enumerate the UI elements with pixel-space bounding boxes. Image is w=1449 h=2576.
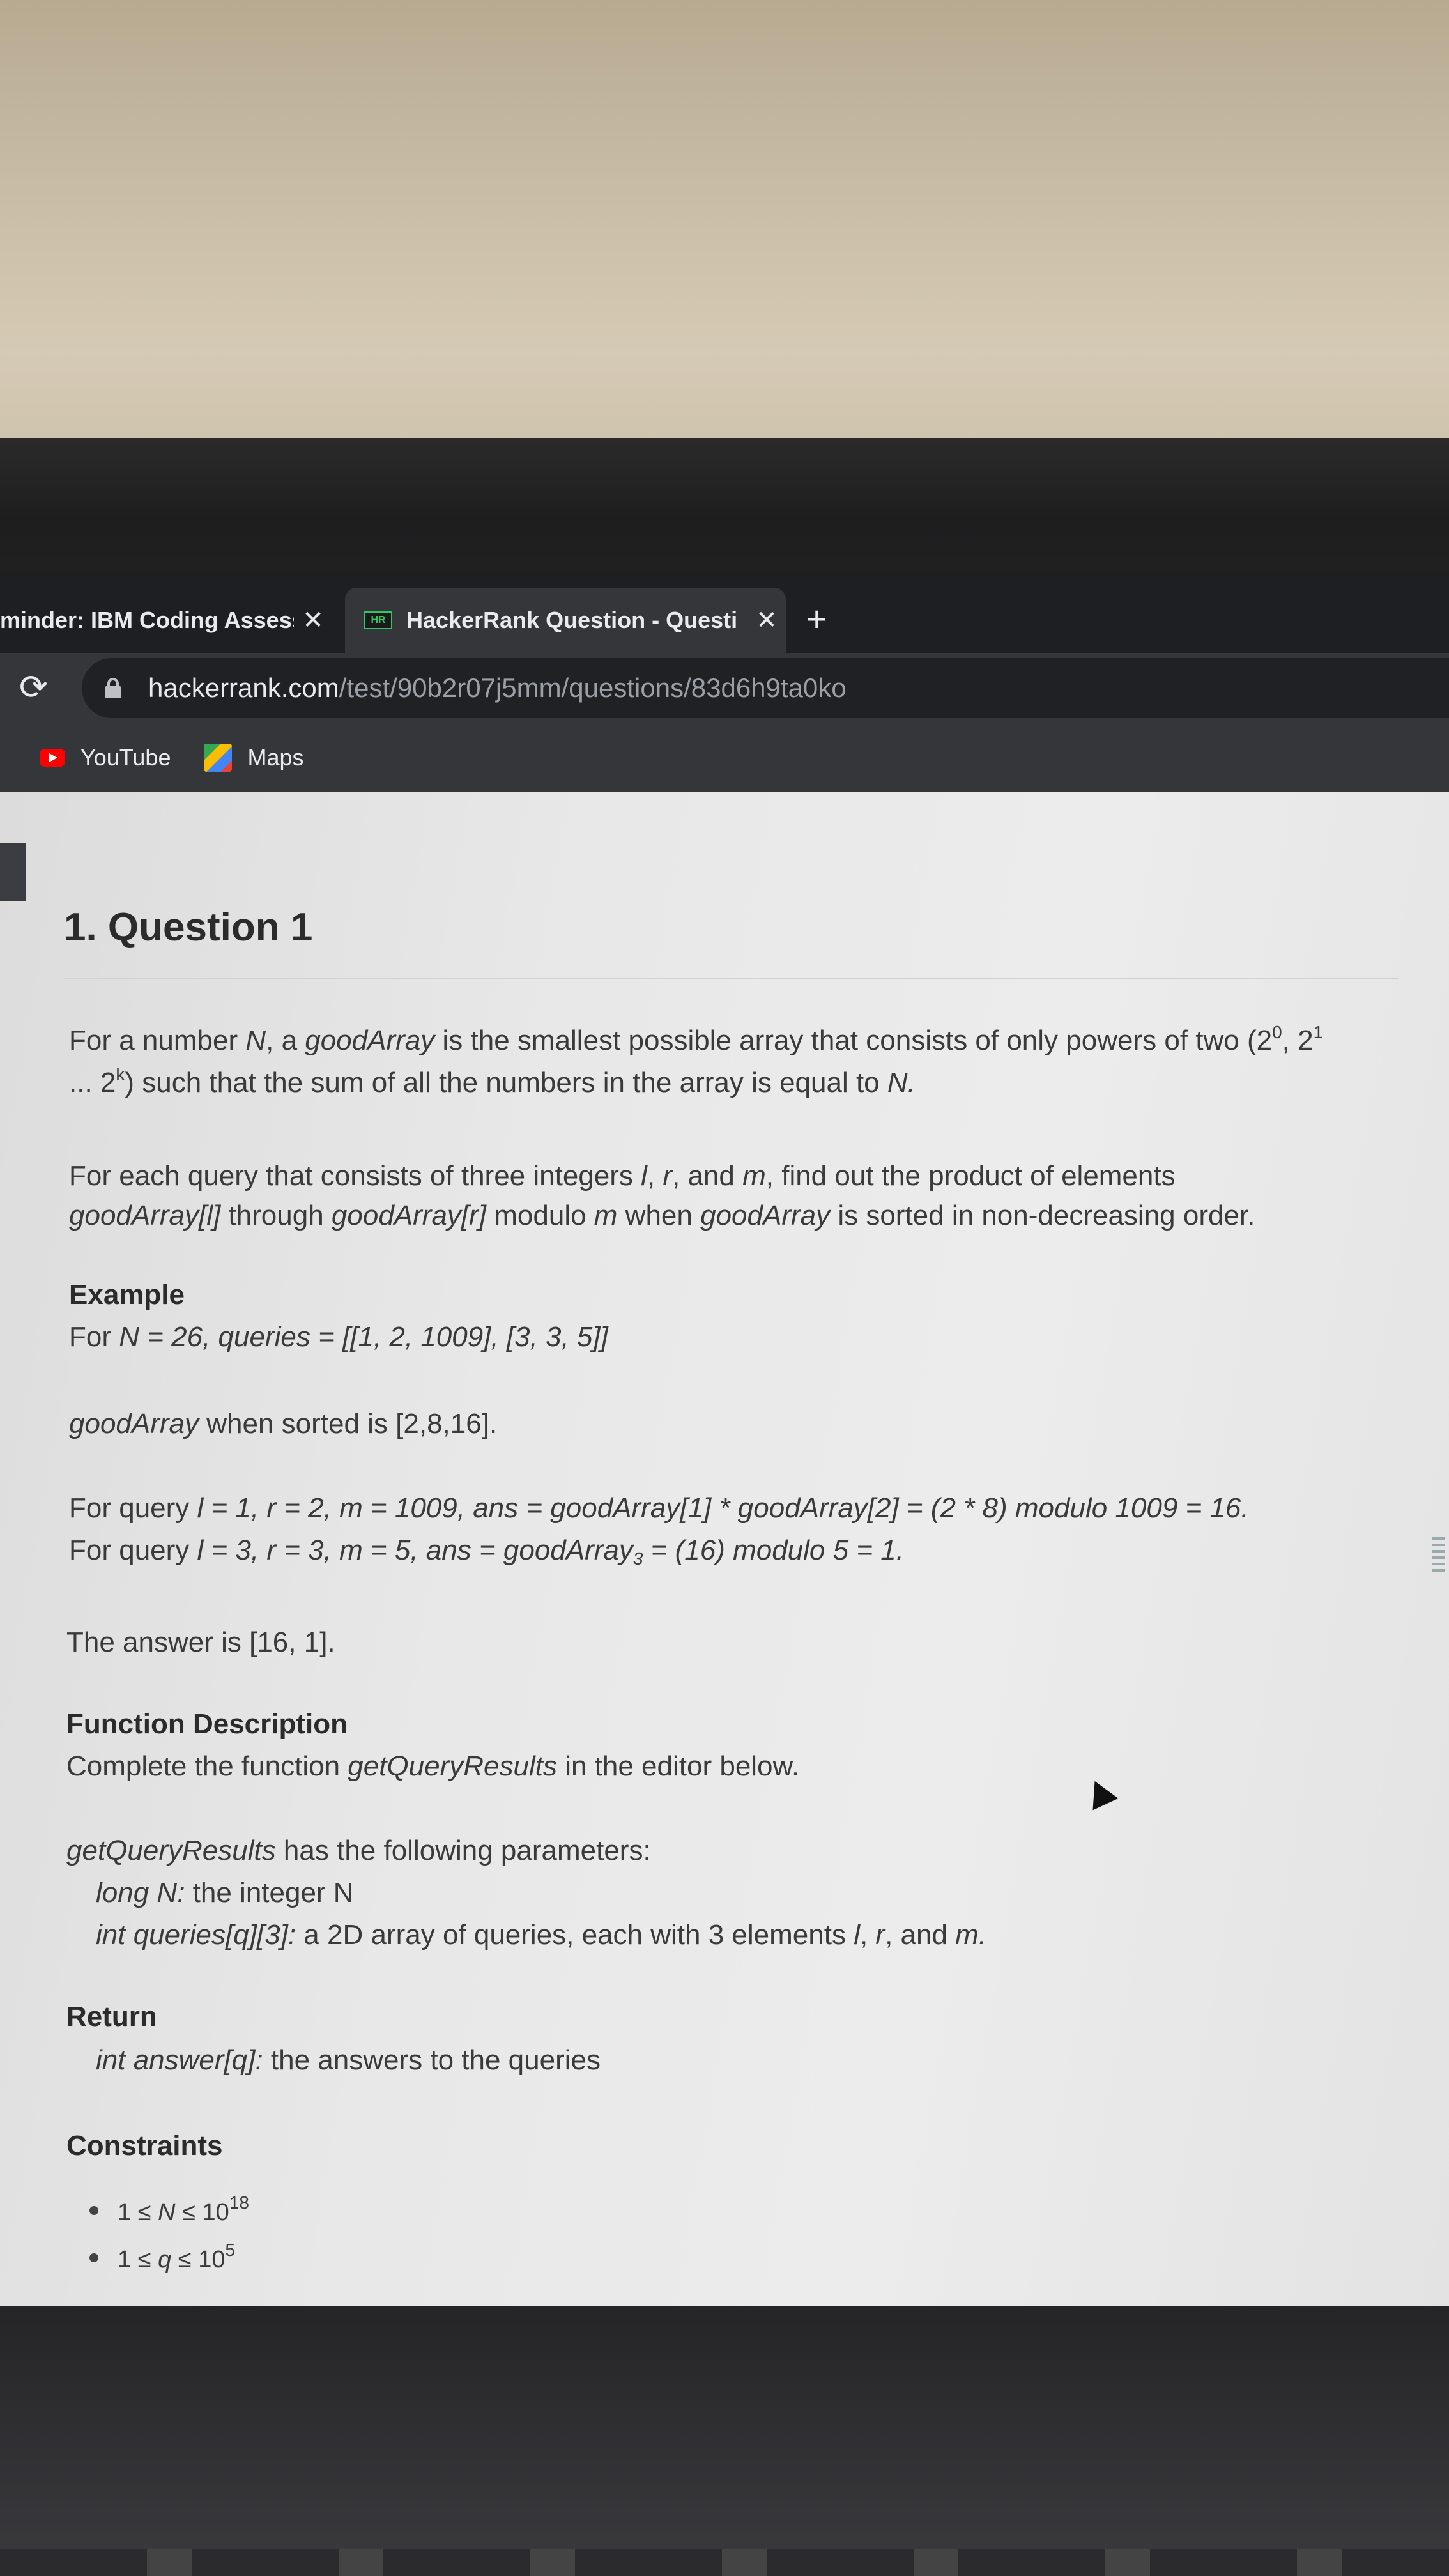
- constraints-heading: Constraints: [66, 2130, 223, 2161]
- tab-title: minder: IBM Coding Assess: [0, 607, 294, 633]
- example-query-2: For query l = 3, r = 3, m = 5, ans = goo…: [69, 1535, 904, 1568]
- page-title: 1. Question 1: [64, 905, 313, 949]
- side-panel-tab[interactable]: [0, 843, 26, 901]
- example-heading: Example: [69, 1279, 185, 1310]
- query-description-line-1: For each query that consists of three in…: [69, 1160, 1176, 1192]
- monitor-bezel-bottom: [0, 2306, 1449, 2576]
- browser-toolbar: ⟳ hackerrank.com/test/90b2r07j5mm/questi…: [0, 653, 1449, 723]
- new-tab-button[interactable]: +: [806, 598, 827, 640]
- question-page: 1. Question 1 For a number N, a goodArra…: [0, 792, 1449, 2306]
- divider: [64, 977, 1399, 979]
- tab-title: HackerRank Question - Questi: [406, 607, 738, 633]
- function-description-heading: Function Description: [66, 1708, 348, 1740]
- url-host: hackerrank.com: [148, 673, 339, 703]
- mouse-cursor-icon: [1082, 1775, 1119, 1811]
- bookmark-maps[interactable]: Maps: [204, 744, 304, 772]
- maps-icon: [204, 744, 233, 772]
- close-icon[interactable]: ✕: [294, 606, 332, 635]
- function-description-text: Complete the function getQueryResults in…: [66, 1751, 800, 1782]
- tab-ibm-coding-assessment[interactable]: minder: IBM Coding Assess ✕: [0, 588, 332, 653]
- constraint-n: 1 ≤ N ≤ 1018: [89, 2191, 249, 2234]
- scrollbar-handle[interactable]: [1432, 1537, 1445, 1575]
- keyboard-edge: [0, 2549, 1449, 2576]
- parameter-queries: int queries[q][3]: a 2D array of queries…: [96, 1919, 987, 1951]
- bookmark-label: Maps: [247, 744, 304, 770]
- constraint-q: 1 ≤ q ≤ 105: [89, 2239, 235, 2281]
- intro-line-2: ... 2k) such that the sum of all the num…: [69, 1064, 916, 1099]
- return-heading: Return: [66, 2001, 157, 2032]
- example-definition: For N = 26, queries = [[1, 2, 1009], [3,…: [69, 1321, 608, 1353]
- address-bar[interactable]: hackerrank.com/test/90b2r07j5mm/question…: [82, 658, 1449, 718]
- reload-icon[interactable]: ⟳: [19, 667, 48, 707]
- tab-hackerrank-question[interactable]: HR HackerRank Question - Questi ✕: [345, 588, 786, 653]
- youtube-icon: [40, 749, 65, 767]
- parameter-n: long N: the integer N: [96, 1877, 354, 1908]
- bookmark-label: YouTube: [80, 744, 171, 770]
- browser-tab-strip: minder: IBM Coding Assess ✕ HR HackerRan…: [0, 574, 1449, 653]
- lock-icon[interactable]: [105, 678, 121, 698]
- url-path: /test/90b2r07j5mm/questions/83d6h9ta0ko: [339, 673, 847, 703]
- bookmarks-bar: YouTube Maps: [0, 723, 1449, 792]
- close-icon[interactable]: ✕: [747, 606, 786, 635]
- monitor-bezel-top: [0, 438, 1449, 574]
- bookmark-youtube[interactable]: YouTube: [40, 744, 171, 771]
- example-answer: The answer is [16, 1].: [66, 1627, 335, 1658]
- query-description-line-2: goodArray[l] through goodArray[r] modulo…: [69, 1200, 1255, 1231]
- example-sorted: goodArray when sorted is [2,8,16].: [69, 1408, 498, 1439]
- intro-line-1: For a number N, a goodArray is the small…: [69, 1022, 1324, 1057]
- parameters-intro: getQueryResults has the following parame…: [66, 1835, 651, 1866]
- example-query-1: For query l = 1, r = 2, m = 1009, ans = …: [69, 1492, 1249, 1524]
- url-text[interactable]: hackerrank.com/test/90b2r07j5mm/question…: [148, 673, 847, 703]
- background-wall: [0, 0, 1449, 441]
- hackerrank-icon: HR: [364, 611, 392, 629]
- return-description: int answer[q]: the answers to the querie…: [96, 2044, 601, 2076]
